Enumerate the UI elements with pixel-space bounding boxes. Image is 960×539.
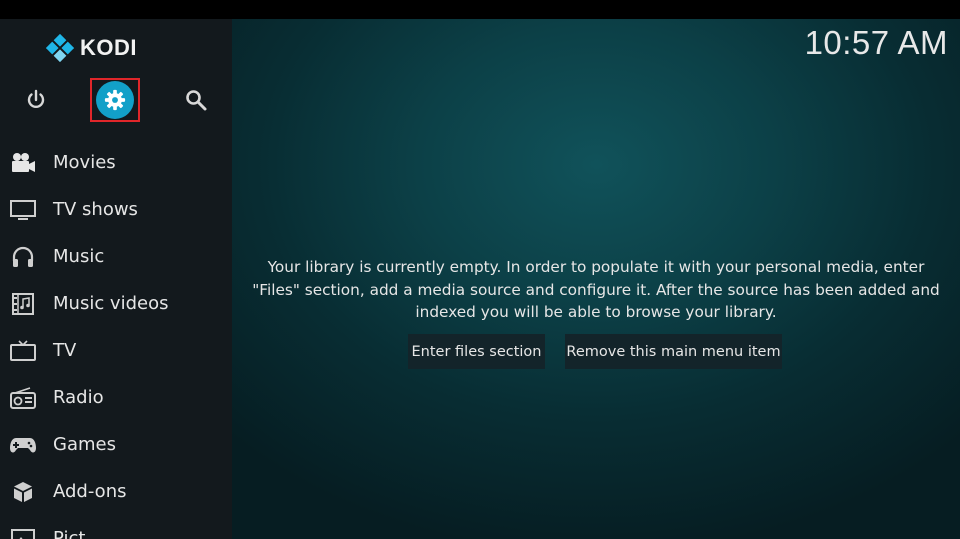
menu-item-tv-shows[interactable]: TV shows [0, 186, 232, 233]
kodi-app: KODI Movies TV shows Music Music videos … [0, 0, 960, 539]
movie-camera-icon [9, 151, 37, 175]
search-button[interactable] [184, 88, 208, 116]
menu-label: Games [53, 434, 116, 455]
tv-icon [9, 339, 37, 363]
menu-label: TV shows [53, 199, 138, 220]
monitor-icon [9, 198, 37, 222]
remove-menu-item-button[interactable]: Remove this main menu item [565, 334, 782, 369]
empty-library-message: Your library is currently empty. In orde… [252, 258, 940, 321]
settings-circle [96, 81, 134, 119]
picture-icon [9, 527, 37, 539]
menu-label: Music [53, 246, 105, 267]
film-strip-icon [9, 292, 37, 316]
menu-item-games[interactable]: Games [0, 421, 232, 468]
power-button[interactable] [24, 88, 48, 116]
top-black-bar [0, 0, 960, 19]
top-icon-row [0, 78, 232, 124]
menu-label: Music videos [53, 293, 169, 314]
menu-item-pictures[interactable]: Pict [0, 515, 232, 539]
clock: 10:57 AM [804, 24, 948, 61]
menu-item-movies[interactable]: Movies [0, 139, 232, 186]
menu-label: TV [53, 340, 77, 361]
sidebar: KODI Movies TV shows Music Music videos … [0, 19, 232, 539]
menu-label: Radio [53, 387, 104, 408]
menu-item-music-videos[interactable]: Music videos [0, 280, 232, 327]
power-icon [27, 89, 45, 109]
kodi-logo: KODI [46, 34, 137, 62]
menu-label: Add-ons [53, 481, 127, 502]
headphones-icon [9, 245, 37, 269]
logo-text: KODI [80, 35, 137, 60]
kodi-logo-icon [46, 34, 74, 62]
menu-label: Pict [53, 528, 86, 539]
gamepad-icon [9, 433, 37, 457]
enter-files-section-button[interactable]: Enter files section [408, 334, 545, 369]
radio-icon [9, 386, 37, 410]
box-icon [9, 480, 37, 504]
menu-item-tv[interactable]: TV [0, 327, 232, 374]
menu-label: Movies [53, 152, 116, 173]
gear-icon [104, 89, 126, 111]
search-icon [186, 90, 207, 111]
menu-item-add-ons[interactable]: Add-ons [0, 468, 232, 515]
menu-item-radio[interactable]: Radio [0, 374, 232, 421]
settings-button[interactable] [90, 78, 140, 122]
menu-item-music[interactable]: Music [0, 233, 232, 280]
